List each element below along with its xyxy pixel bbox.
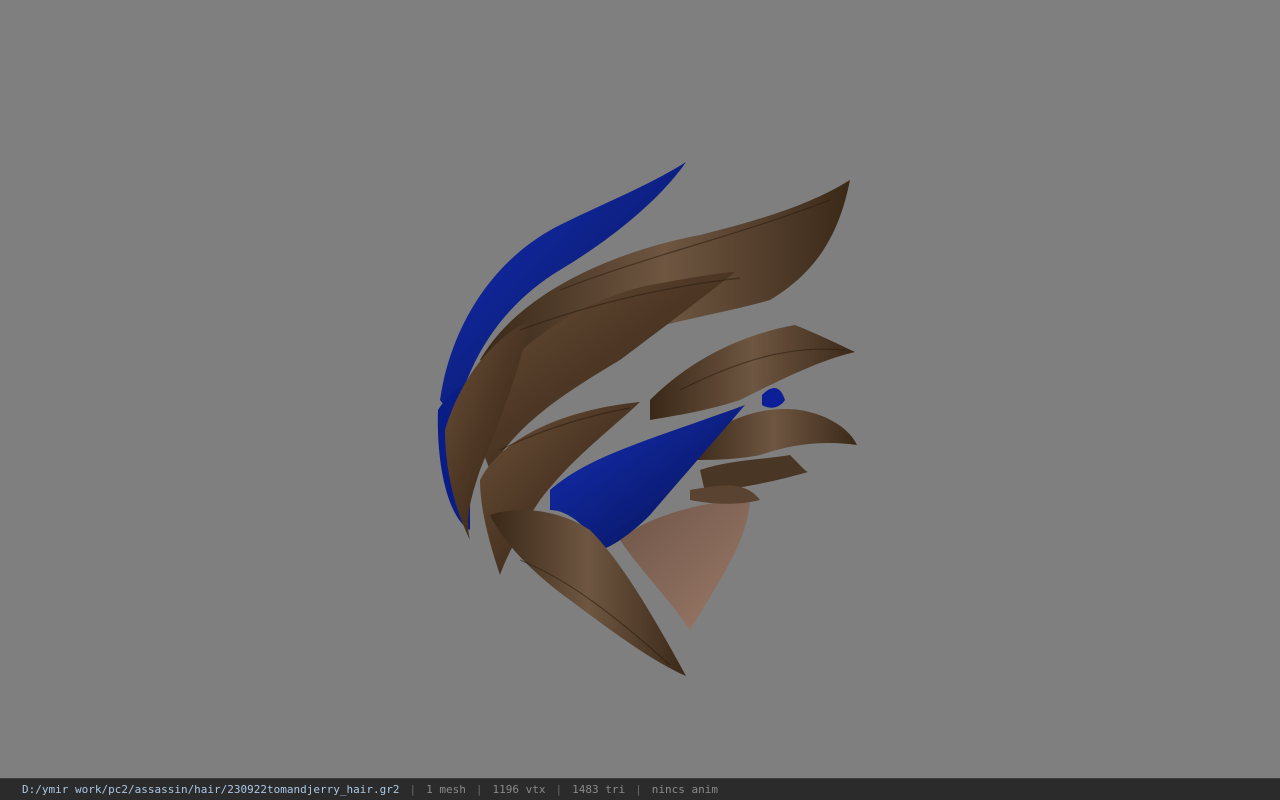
status-separator: |: [635, 783, 642, 796]
hair-model-render: [437, 162, 857, 676]
mesh-count: 1 mesh: [426, 783, 466, 796]
hair-strand-blue-small: [762, 388, 785, 408]
hair-strand-right-1: [650, 325, 855, 420]
hair-strand-right-4: [690, 485, 760, 504]
status-separator: |: [475, 783, 483, 796]
status-separator: |: [555, 783, 563, 796]
triangle-count: 1483 tri: [572, 783, 626, 796]
status-bar: D:/ymir work/pc2/assassin/hair/230922tom…: [0, 778, 1280, 800]
vertex-count: 1196 vtx: [492, 783, 546, 796]
status-separator: |: [409, 783, 417, 796]
animation-status: nincs anim: [651, 783, 718, 796]
3d-viewport[interactable]: [0, 0, 1280, 778]
model-file-path: D:/ymir work/pc2/assassin/hair/230922tom…: [22, 783, 400, 796]
